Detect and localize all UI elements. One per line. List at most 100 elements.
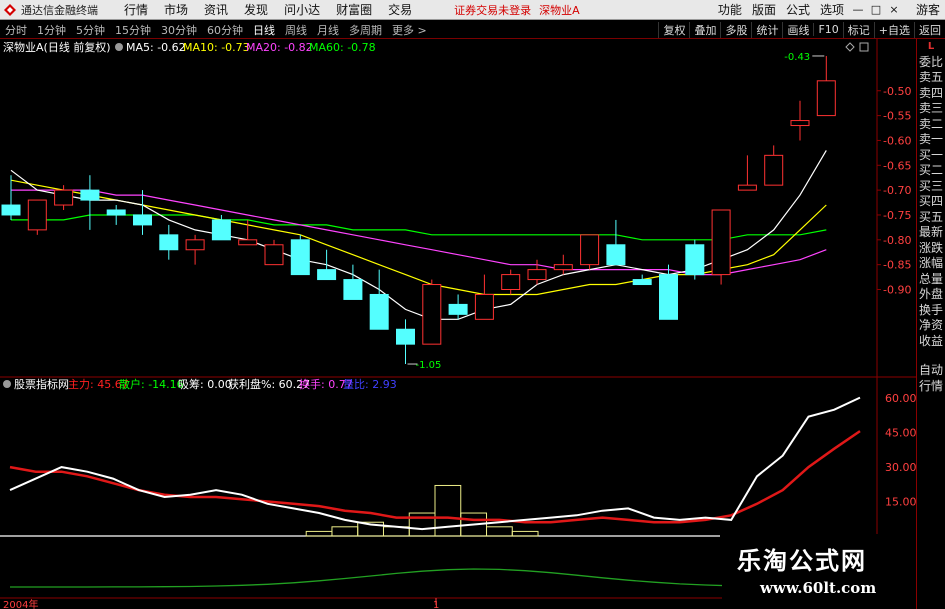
side-item-buy3[interactable]: 买三 [917, 179, 945, 195]
menu-functions[interactable]: 功能 [713, 1, 747, 18]
back-button[interactable]: 返回 [914, 21, 945, 38]
tab-timeshare[interactable]: 分时 [0, 22, 32, 38]
candle[interactable] [580, 234, 600, 270]
tab-15min[interactable]: 15分钟 [110, 22, 156, 38]
window-icon[interactable] [859, 42, 869, 52]
menu-layout[interactable]: 版面 [747, 1, 781, 18]
side-item-change-pct[interactable]: 涨幅 [917, 256, 945, 272]
statistics-button[interactable]: 统计 [751, 21, 782, 38]
user-guest[interactable]: 游客 [911, 1, 945, 18]
tab-daily[interactable]: 日线 [248, 22, 280, 38]
settings-dot-icon[interactable] [115, 43, 123, 51]
side-item-net-assets[interactable]: 净资 [917, 318, 945, 334]
candle[interactable] [27, 199, 47, 235]
side-item-sell2[interactable]: 卖二 [917, 117, 945, 133]
side-item-sell5[interactable]: 卖五 [917, 70, 945, 86]
menu-quotes[interactable]: 行情 [116, 1, 156, 18]
tab-60min[interactable]: 60分钟 [202, 22, 248, 38]
candle[interactable] [264, 239, 284, 266]
candle[interactable] [290, 234, 310, 276]
menu-market[interactable]: 市场 [156, 1, 196, 18]
tab-multi-period[interactable]: 多周期 [344, 22, 387, 38]
candle[interactable] [501, 269, 521, 295]
multi-stock-button[interactable]: 多股 [720, 21, 751, 38]
adjust-button[interactable]: 复权 [658, 21, 689, 38]
menu-trade[interactable]: 交易 [380, 1, 420, 18]
side-item-turnover[interactable]: 换手 [917, 303, 945, 319]
candle-body [343, 279, 363, 300]
candle-body [790, 120, 810, 127]
candle[interactable] [527, 259, 547, 285]
tab-weekly[interactable]: 周线 [280, 22, 312, 38]
add-favorite-button[interactable]: +自选 [873, 21, 914, 38]
indicator-profit: 获利盘%: 60.27 [228, 377, 310, 391]
tab-5min[interactable]: 5分钟 [71, 22, 110, 38]
menu-wealth-circle[interactable]: 财富圈 [328, 1, 380, 18]
side-item-change[interactable]: 涨跌 [917, 241, 945, 257]
tab-30min[interactable]: 30分钟 [156, 22, 202, 38]
close-button[interactable]: × [885, 3, 903, 16]
candle[interactable] [396, 319, 415, 365]
candle[interactable] [80, 175, 100, 230]
candle[interactable] [159, 224, 179, 260]
candle[interactable] [474, 274, 494, 320]
settings-dot-icon[interactable] [3, 380, 11, 388]
candle[interactable] [448, 294, 468, 320]
indicator-header: 股票指标网 主力: 45.67 散户: -14.16 吸筹: 0.00 获利盘%… [3, 377, 397, 391]
minimize-button[interactable]: — [849, 3, 867, 16]
side-item-sell3[interactable]: 卖三 [917, 101, 945, 117]
side-item-buy1[interactable]: 买一 [917, 148, 945, 164]
candle[interactable] [737, 155, 757, 191]
candle[interactable] [422, 279, 442, 345]
tab-monthly[interactable]: 月线 [312, 22, 344, 38]
candle[interactable] [317, 249, 337, 281]
menu-ask-xiaoda[interactable]: 问小达 [276, 1, 328, 18]
mark-button[interactable]: 标记 [842, 21, 874, 38]
candle-body [238, 239, 258, 246]
menu-options[interactable]: 选项 [815, 1, 849, 18]
candle[interactable] [685, 239, 705, 280]
current-stock-name: 深物业A [539, 3, 580, 17]
side-item-sell4[interactable]: 卖四 [917, 86, 945, 102]
candle[interactable] [185, 234, 205, 265]
tab-more[interactable]: 更多 > [387, 22, 432, 38]
side-quotes-button[interactable]: 行情 [917, 379, 945, 395]
side-item-buy4[interactable]: 买四 [917, 194, 945, 210]
maximize-button[interactable]: □ [867, 3, 885, 16]
menu-formula[interactable]: 公式 [781, 1, 815, 18]
candle-body [133, 214, 152, 226]
side-item-buy2[interactable]: 买二 [917, 163, 945, 179]
login-notice[interactable]: 证券交易未登录 [450, 2, 535, 18]
candle[interactable] [343, 264, 363, 300]
side-item-latest[interactable]: 最新 [917, 225, 945, 241]
f10-button[interactable]: F10 [813, 23, 842, 36]
menu-news[interactable]: 资讯 [196, 1, 236, 18]
candle[interactable] [790, 100, 810, 141]
candle[interactable] [606, 219, 626, 266]
candle-body [80, 189, 100, 201]
menu-discover[interactable]: 发现 [236, 1, 276, 18]
candle[interactable] [711, 209, 731, 285]
candle[interactable] [816, 55, 836, 117]
side-item-buy5[interactable]: 买五 [917, 210, 945, 226]
candle[interactable] [764, 145, 784, 186]
side-item-outer-disc[interactable]: 外盘 [917, 287, 945, 303]
candle-body [474, 293, 494, 320]
candle[interactable] [553, 254, 573, 275]
kline-chart-area[interactable]: 深物业A(日线 前复权) MA5: -0.62 MA10: -0.73 MA20… [0, 39, 916, 609]
indicator-volume-ratio: 量比: 2.93 [343, 378, 397, 391]
side-item-volume[interactable]: 总量 [917, 272, 945, 288]
side-item-weibi[interactable]: 委比 [917, 55, 945, 71]
candle[interactable] [106, 205, 126, 225]
diamond-icon[interactable] [845, 42, 855, 52]
side-auto-button[interactable]: 自动 [917, 363, 945, 379]
side-item-earnings[interactable]: 收益 [917, 334, 945, 350]
candle[interactable] [632, 274, 652, 286]
indicator-tick: 15.00 [885, 496, 916, 509]
draw-line-button[interactable]: 画线 [782, 21, 813, 38]
side-item-sell1[interactable]: 卖一 [917, 132, 945, 148]
candle[interactable] [369, 269, 389, 330]
tab-1min[interactable]: 1分钟 [32, 22, 71, 38]
period-toolbar: 分时 1分钟 5分钟 15分钟 30分钟 60分钟 日线 周线 月线 多周期 更… [0, 21, 945, 39]
overlay-button[interactable]: 叠加 [689, 21, 720, 38]
